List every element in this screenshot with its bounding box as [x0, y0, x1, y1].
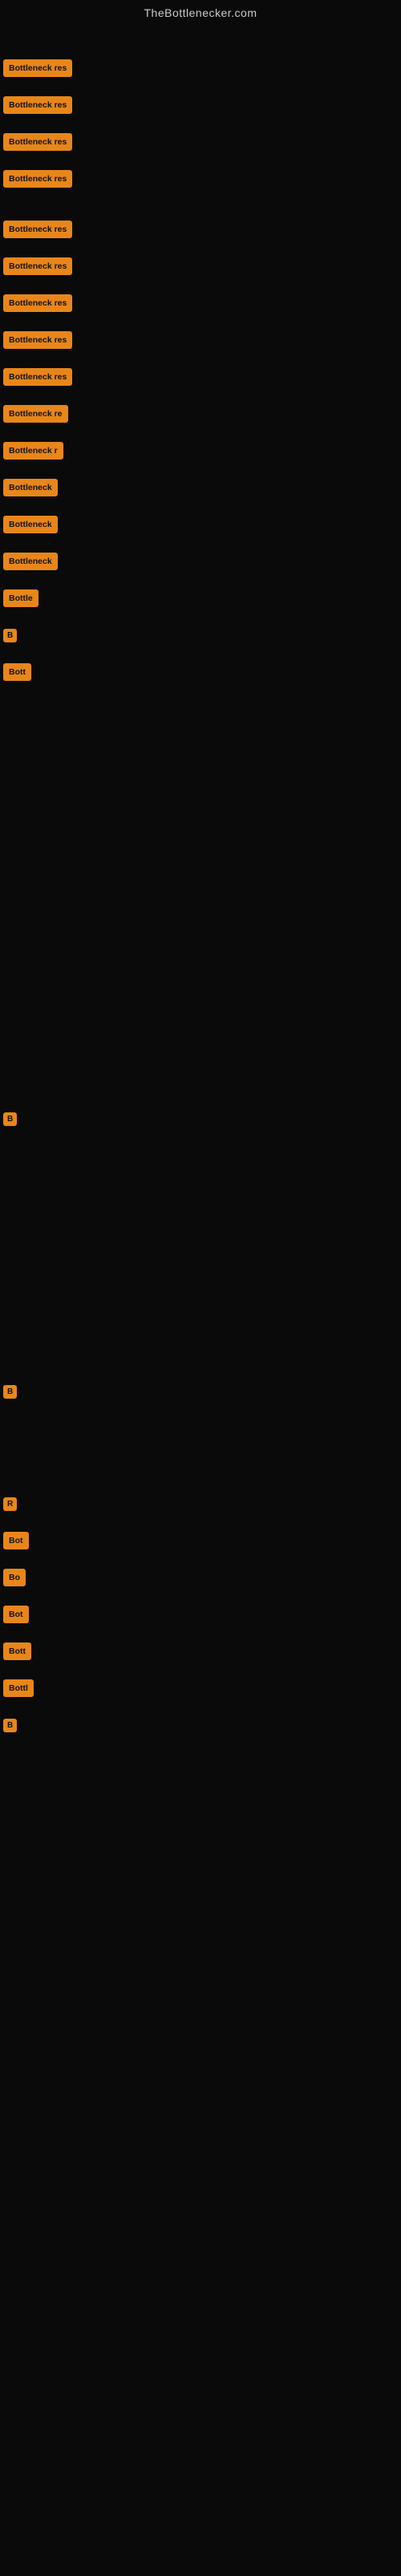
row-3: Bottleneck res [2, 124, 74, 160]
bottleneck-button-25[interactable]: Bottl [3, 1679, 34, 1697]
bottleneck-button-15[interactable]: Bottle [3, 589, 38, 607]
bottleneck-button-7[interactable]: Bottleneck res [3, 294, 72, 312]
row-8: Bottleneck res [2, 322, 74, 358]
site-header: TheBottlenecker.com [0, 0, 401, 26]
site-title: TheBottlenecker.com [144, 6, 257, 19]
row-2: Bottleneck res [2, 87, 74, 124]
bottleneck-button-10[interactable]: Bottleneck re [3, 405, 68, 423]
bottleneck-button-24[interactable]: Bott [3, 1642, 31, 1660]
row-18: B [2, 1100, 18, 1137]
bottleneck-button-9[interactable]: Bottleneck res [3, 368, 72, 386]
bottleneck-button-13[interactable]: Bottleneck [3, 516, 58, 533]
row-1: Bottleneck res [2, 50, 74, 87]
bottleneck-button-16[interactable]: B [3, 629, 17, 642]
row-23: Bot [2, 1596, 30, 1633]
row-19: B [2, 1373, 18, 1410]
bottleneck-button-23[interactable]: Bot [3, 1606, 29, 1623]
row-5: Bottleneck res [2, 211, 74, 248]
row-11: Bottleneck r [2, 432, 65, 469]
bottleneck-button-14[interactable]: Bottleneck [3, 553, 58, 570]
content-area: Bottleneck res Bottleneck res Bottleneck… [0, 26, 401, 2576]
row-20: R [2, 1485, 18, 1522]
row-14: Bottleneck [2, 543, 59, 580]
bottleneck-button-22[interactable]: Bo [3, 1569, 26, 1586]
bottleneck-button-1[interactable]: Bottleneck res [3, 59, 72, 77]
row-24: Bott [2, 1633, 33, 1670]
row-21: Bot [2, 1522, 30, 1559]
bottleneck-button-26[interactable]: B [3, 1719, 17, 1732]
bottleneck-button-5[interactable]: Bottleneck res [3, 221, 72, 238]
row-6: Bottleneck res [2, 248, 74, 285]
row-15: Bottle [2, 580, 40, 617]
row-10: Bottleneck re [2, 395, 70, 432]
row-22: Bo [2, 1559, 27, 1596]
bottleneck-button-8[interactable]: Bottleneck res [3, 331, 72, 349]
bottleneck-button-21[interactable]: Bot [3, 1532, 29, 1549]
bottleneck-button-17[interactable]: Bott [3, 663, 31, 681]
row-25: Bottl [2, 1670, 35, 1707]
row-12: Bottleneck [2, 469, 59, 506]
bottleneck-button-4[interactable]: Bottleneck res [3, 170, 72, 188]
row-16: B [2, 617, 18, 654]
bottleneck-button-6[interactable]: Bottleneck res [3, 257, 72, 275]
bottleneck-button-12[interactable]: Bottleneck [3, 479, 58, 496]
bottleneck-button-3[interactable]: Bottleneck res [3, 133, 72, 151]
row-9: Bottleneck res [2, 358, 74, 395]
row-4: Bottleneck res [2, 160, 74, 197]
bottleneck-button-2[interactable]: Bottleneck res [3, 96, 72, 114]
row-17: Bott [2, 654, 33, 691]
row-13: Bottleneck [2, 506, 59, 543]
bottleneck-button-11[interactable]: Bottleneck r [3, 442, 63, 460]
bottleneck-button-19[interactable]: B [3, 1385, 17, 1399]
row-7: Bottleneck res [2, 285, 74, 322]
bottleneck-button-18[interactable]: B [3, 1112, 17, 1126]
row-26: B [2, 1707, 18, 1744]
bottleneck-button-20[interactable]: R [3, 1497, 17, 1511]
